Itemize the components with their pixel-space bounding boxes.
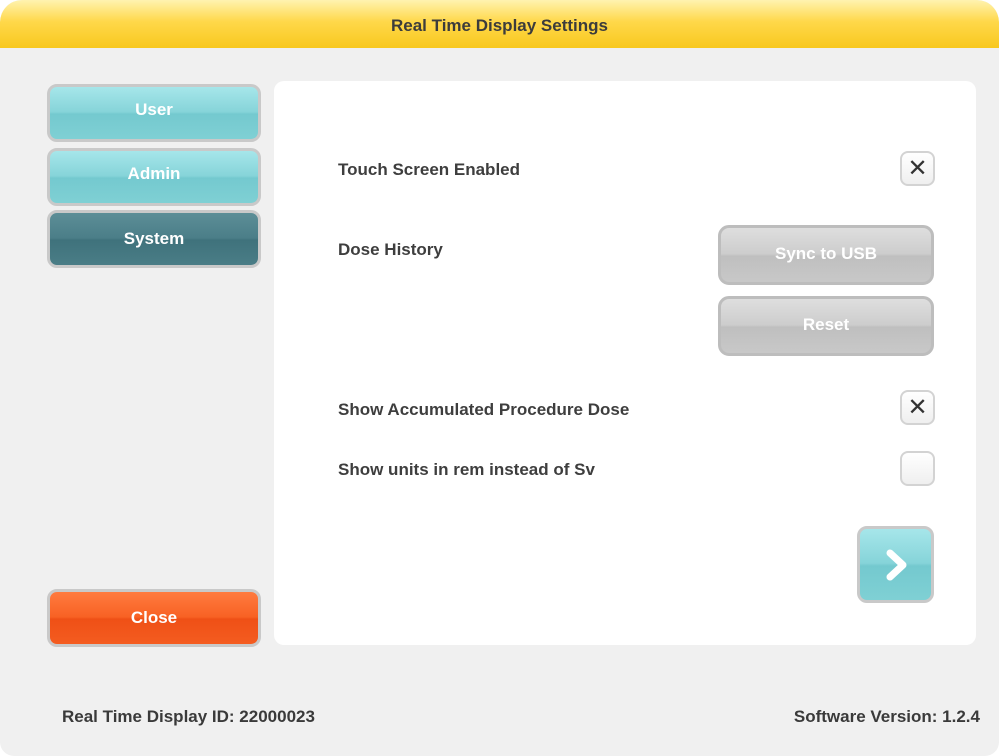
touch-screen-label: Touch Screen Enabled (338, 160, 521, 179)
nav-system-button[interactable]: System (47, 210, 261, 268)
close-button[interactable]: Close (47, 589, 261, 647)
units-rem-checkbox[interactable] (900, 451, 935, 486)
accumulated-dose-label: Show Accumulated Procedure Dose (338, 400, 630, 419)
sync-to-usb-button[interactable]: Sync to USB (718, 225, 934, 285)
units-rem-label: Show units in rem instead of Sv (338, 460, 595, 479)
nav-user-button[interactable]: User (47, 84, 261, 142)
x-mark-icon: ✕ (907, 394, 928, 421)
accumulated-dose-checkbox[interactable]: ✕ (900, 390, 935, 425)
window-title: Real Time Display Settings (0, 0, 999, 48)
next-page-button[interactable] (857, 526, 934, 603)
nav-admin-button[interactable]: Admin (47, 148, 261, 206)
reset-button[interactable]: Reset (718, 296, 934, 356)
display-id-text: Real Time Display ID: 22000023 (62, 707, 315, 726)
dose-history-label: Dose History (338, 240, 443, 259)
software-version-text: Software Version: 1.2.4 (793, 707, 980, 726)
touch-screen-checkbox[interactable]: ✕ (900, 151, 935, 186)
chevron-right-icon (886, 549, 907, 581)
settings-window: Real Time Display Settings User Admin Sy… (0, 0, 999, 756)
x-mark-icon: ✕ (907, 155, 928, 182)
